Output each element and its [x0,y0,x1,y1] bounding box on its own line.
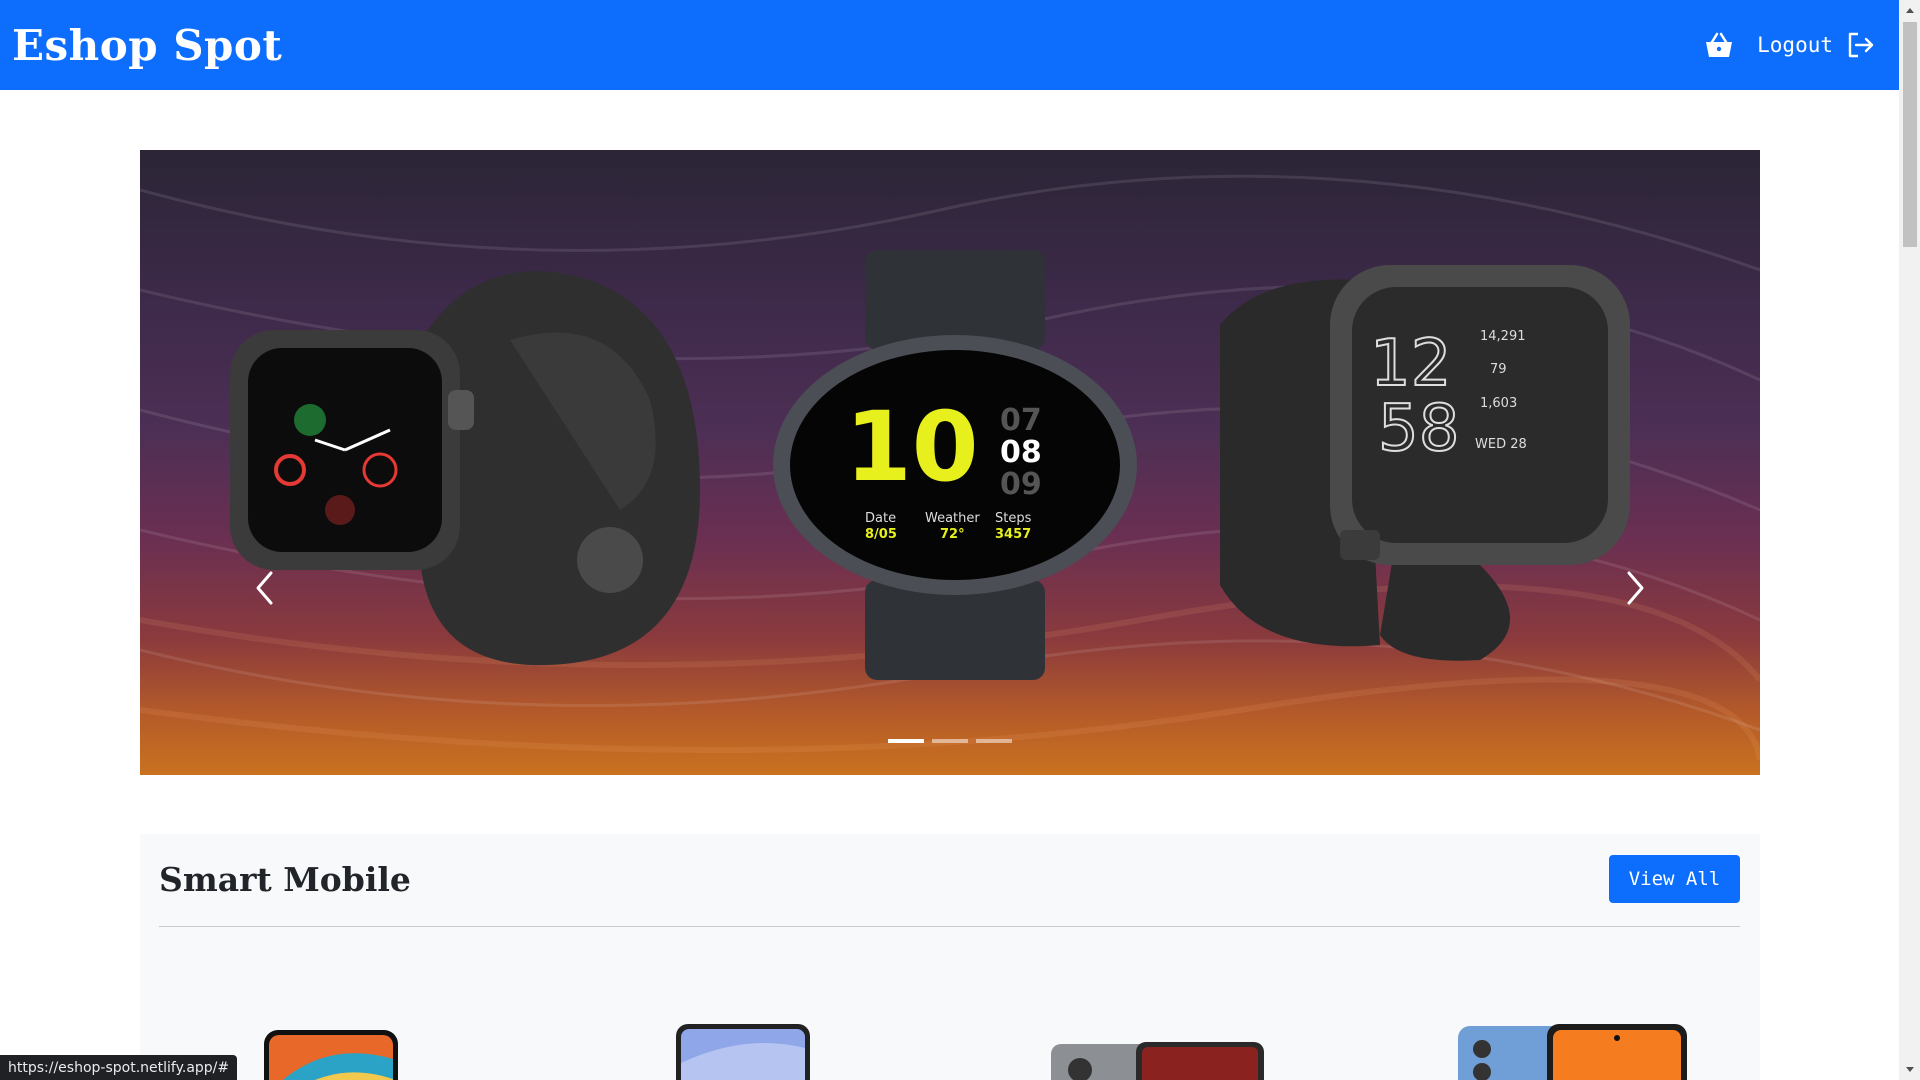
watch-right-day: WED 28 [1475,437,1527,452]
basket-icon[interactable] [1703,29,1735,61]
hero-carousel: 10 07 08 09 Date 8/05 Weather 72° Steps … [140,150,1760,775]
watch-right-image: 12 58 14,291 79 1,603 WED 28 [1180,265,1650,669]
carousel-prev-button[interactable] [245,568,285,608]
watch-min-next: 09 [1000,467,1042,502]
product-image-2[interactable] [675,1023,811,1080]
section-title: Smart Mobile [159,859,411,899]
logout-link[interactable]: Logout [1757,29,1877,61]
navbar: Eshop Spot Logout [0,0,1899,90]
watch-center-image: 10 07 08 09 Date 8/05 Weather 72° Steps … [770,250,1140,684]
watch-left-image [230,260,710,674]
view-all-button[interactable]: View All [1609,855,1740,903]
carousel-indicator-2[interactable] [932,739,968,743]
scroll-up-arrow-icon[interactable] [1899,0,1920,20]
brand-logo[interactable]: Eshop Spot [12,21,282,70]
watch-steps-label: Steps [995,511,1032,526]
chevron-left-icon [256,571,273,605]
watch-date-value: 8/05 [865,527,897,542]
logout-label: Logout [1757,33,1833,57]
watch-right-stat1: 14,291 [1480,329,1526,344]
carousel-next-button[interactable] [1615,568,1655,608]
watch-min-current: 08 [1000,435,1042,470]
watch-date-label: Date [865,511,896,526]
product-image-3[interactable] [1050,1042,1266,1080]
watch-min-prev: 07 [1000,403,1042,438]
smart-mobile-section: Smart Mobile View All [140,834,1760,1080]
scroll-down-arrow-icon[interactable] [1899,1060,1920,1080]
status-bar-url: https://eshop-spot.netlify.app/# [0,1055,238,1080]
section-header: Smart Mobile View All [159,854,1740,904]
logout-icon [1845,29,1877,61]
watch-weather-value: 72° [940,527,965,542]
carousel-indicator-3[interactable] [976,739,1012,743]
section-divider [159,926,1740,927]
carousel-indicator-1[interactable] [888,739,924,743]
watch-right-stat2: 79 [1490,362,1507,377]
watch-steps-value: 3457 [995,527,1031,542]
watch-right-hours: 12 [1370,327,1451,401]
carousel-indicators [140,739,1760,743]
nav-actions: Logout [1703,29,1877,61]
watch-right-minutes: 58 [1378,392,1459,466]
product-image-4[interactable] [1457,1024,1689,1080]
watch-hour: 10 [845,391,979,503]
scrollbar-thumb[interactable] [1903,22,1917,247]
watch-right-stat3: 1,603 [1480,396,1517,411]
page-scrollbar[interactable] [1899,0,1920,1080]
watch-weather-label: Weather [925,511,980,526]
product-image-1[interactable] [263,1029,399,1080]
chevron-right-icon [1627,571,1644,605]
